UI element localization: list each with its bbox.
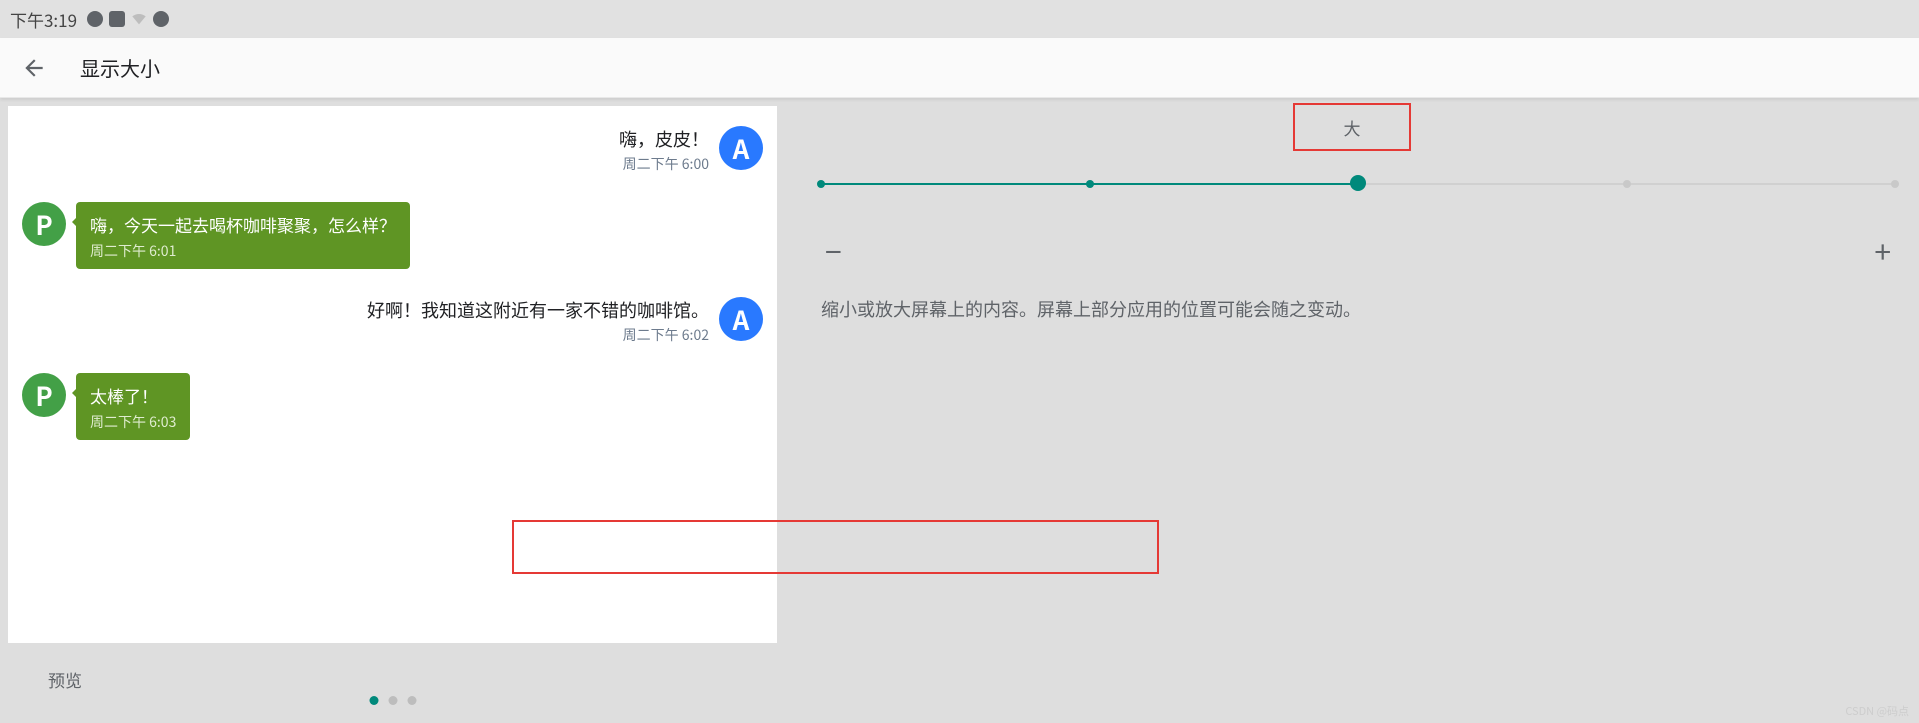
message-text: 好啊！我知道这附近有一家不错的咖啡馆。 bbox=[367, 297, 709, 323]
message-time: 周二下午 6:00 bbox=[623, 154, 709, 174]
message-time: 周二下午 6:02 bbox=[623, 325, 709, 345]
page-indicator[interactable] bbox=[369, 696, 416, 705]
decrease-button[interactable]: − bbox=[825, 228, 842, 272]
back-arrow-icon bbox=[21, 55, 47, 81]
page-dot[interactable] bbox=[369, 696, 378, 705]
message-row-incoming: A 嗨，皮皮！ 周二下午 6:00 bbox=[22, 126, 763, 174]
preview-footer: 预览 bbox=[0, 643, 785, 723]
current-size-label: 大 bbox=[1293, 103, 1411, 151]
message-row-outgoing: P 太棒了！ 周二下午 6:03 bbox=[22, 373, 763, 440]
avatar-a: A bbox=[719, 297, 763, 341]
avatar-p: P bbox=[22, 373, 66, 417]
message-text: 太棒了！ bbox=[90, 383, 176, 408]
description-text: 缩小或放大屏幕上的内容。屏幕上部分应用的位置可能会随之变动。 bbox=[821, 296, 1895, 323]
message-row-incoming: A 好啊！我知道这附近有一家不错的咖啡馆。 周二下午 6:02 bbox=[22, 297, 763, 345]
slider-tick[interactable] bbox=[1086, 180, 1094, 188]
chat-preview: A 嗨，皮皮！ 周二下午 6:00 P 嗨，今天一起去喝杯咖啡聚聚，怎么样？ 周… bbox=[8, 106, 777, 643]
page-dot[interactable] bbox=[407, 696, 416, 705]
display-size-slider[interactable] bbox=[821, 174, 1895, 194]
avatar-a: A bbox=[719, 126, 763, 170]
app-bar: 显示大小 bbox=[0, 38, 1919, 98]
status-icon-1 bbox=[87, 11, 103, 27]
avatar-p: P bbox=[22, 202, 66, 246]
status-icon-3 bbox=[153, 11, 169, 27]
status-bar: 下午3:19 bbox=[0, 0, 1919, 38]
message-bubble: 太棒了！ 周二下午 6:03 bbox=[76, 373, 190, 440]
slider-tick[interactable] bbox=[1623, 180, 1631, 188]
slider-knob[interactable] bbox=[1350, 175, 1366, 191]
message-text: 嗨，今天一起去喝杯咖啡聚聚，怎么样？ bbox=[90, 212, 396, 237]
preview-label: 预览 bbox=[48, 667, 82, 692]
status-icon-2 bbox=[109, 11, 125, 27]
message-bubble: 嗨，今天一起去喝杯咖啡聚聚，怎么样？ 周二下午 6:01 bbox=[76, 202, 410, 269]
page-dot[interactable] bbox=[388, 696, 397, 705]
slider-tick[interactable] bbox=[817, 180, 825, 188]
back-button[interactable] bbox=[20, 54, 48, 82]
wifi-icon bbox=[131, 11, 147, 27]
increase-button[interactable]: + bbox=[1874, 228, 1891, 272]
status-time: 下午3:19 bbox=[10, 7, 77, 32]
message-text: 嗨，皮皮！ bbox=[619, 126, 709, 152]
message-time: 周二下午 6:03 bbox=[90, 412, 176, 432]
slider-tick[interactable] bbox=[1891, 180, 1899, 188]
page-root: 下午3:19 显示大小 A 嗨，皮皮！ 周二下午 6:00 bbox=[0, 0, 1919, 723]
preview-panel: A 嗨，皮皮！ 周二下午 6:00 P 嗨，今天一起去喝杯咖啡聚聚，怎么样？ 周… bbox=[0, 98, 785, 723]
message-time: 周二下午 6:01 bbox=[90, 241, 396, 261]
controls-panel: 大 − + 缩小或放大屏幕上的内容。屏幕上部分应用的位置可能会随之变动。 bbox=[785, 98, 1919, 723]
message-row-outgoing: P 嗨，今天一起去喝杯咖啡聚聚，怎么样？ 周二下午 6:01 bbox=[22, 202, 763, 269]
page-title: 显示大小 bbox=[80, 53, 160, 82]
watermark: CSDN @码点 bbox=[1845, 703, 1909, 719]
